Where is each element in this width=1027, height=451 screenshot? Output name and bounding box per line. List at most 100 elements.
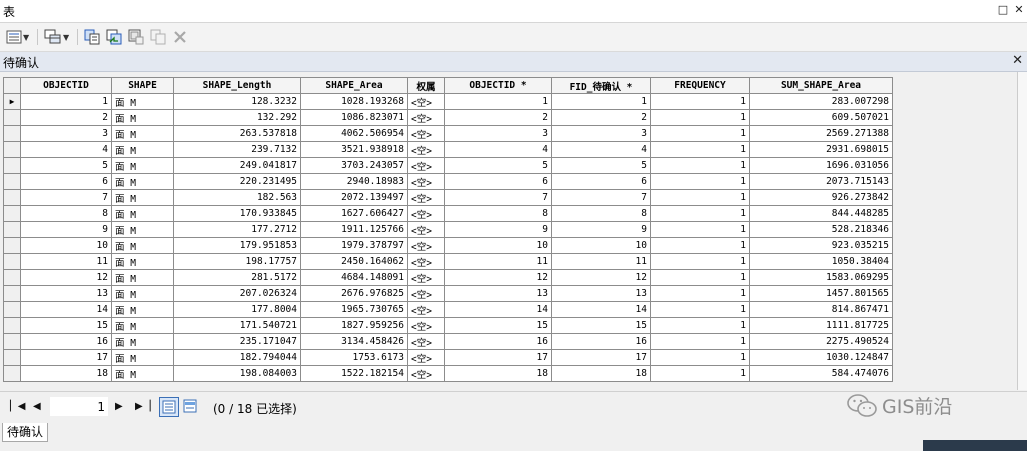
table-cell[interactable]: 17 (20, 349, 112, 366)
table-cell[interactable]: 面 M (111, 189, 174, 206)
table-cell[interactable]: 18 (551, 365, 651, 382)
row-selector[interactable] (3, 317, 21, 334)
row-selector[interactable] (3, 109, 21, 126)
table-cell[interactable]: 8 (444, 205, 552, 222)
table-cell[interactable]: 6 (444, 173, 552, 190)
table-cell[interactable]: <空> (407, 317, 445, 334)
last-record-button[interactable]: ▶▕ (135, 401, 150, 412)
table-cell[interactable]: 10 (444, 237, 552, 254)
table-cell[interactable]: 2073.715143 (749, 173, 893, 190)
table-row[interactable]: 14 面 M 177.8004 1965.730765 <空> 14 14 1 814.8674… (3, 301, 893, 318)
table-cell[interactable]: 2 (551, 109, 651, 126)
table-row[interactable]: 10 面 M 179.951853 1979.378797 <空> 10 10 1 923.03… (3, 237, 893, 254)
table-cell[interactable]: 220.231495 (173, 173, 301, 190)
row-selector[interactable] (3, 189, 21, 206)
row-selector[interactable] (3, 253, 21, 270)
row-selector[interactable] (3, 349, 21, 366)
table-cell[interactable]: 2931.698015 (749, 141, 893, 158)
table-cell[interactable]: 4 (20, 141, 112, 158)
row-selector[interactable] (3, 237, 21, 254)
table-cell[interactable]: 926.273842 (749, 189, 893, 206)
table-row[interactable]: 15 面 M 171.540721 1827.959256 <空> 15 15 1 1111.8… (3, 317, 893, 334)
column-header[interactable]: SHAPE (111, 77, 174, 94)
table-cell[interactable]: 249.041817 (173, 157, 301, 174)
table-cell[interactable]: 1 (650, 333, 750, 350)
table-cell[interactable]: 12 (444, 269, 552, 286)
table-cell[interactable]: 3521.938918 (300, 141, 408, 158)
table-cell[interactable]: 13 (551, 285, 651, 302)
table-cell[interactable]: 16 (20, 333, 112, 350)
table-options-button[interactable]: ▼ (6, 28, 29, 46)
table-cell[interactable]: 1111.817725 (749, 317, 893, 334)
previous-record-button[interactable]: ◀ (33, 401, 41, 412)
table-cell[interactable]: 1522.182154 (300, 365, 408, 382)
table-cell[interactable]: <空> (407, 125, 445, 142)
tab-daiqueren[interactable]: 待确认 (2, 423, 49, 442)
row-selector[interactable] (3, 365, 21, 382)
table-cell[interactable]: 1965.730765 (300, 301, 408, 318)
table-row[interactable]: 12 面 M 281.5172 4684.148091 <空> 12 12 1 1583.069… (3, 269, 893, 286)
table-row[interactable]: 2面 M 132.292 1086.823071 <空> 2 2 1 609.507021 (3, 109, 893, 126)
table-row[interactable]: 8面 M 170.933845 1627.606427 <空> 8 8 1 844.44828… (3, 205, 893, 222)
table-cell[interactable]: 198.17757 (173, 253, 301, 270)
table-cell[interactable]: 13 (20, 285, 112, 302)
column-header[interactable]: 权属 (407, 77, 445, 94)
table-cell[interactable]: 814.867471 (749, 301, 893, 318)
select-by-attributes-button[interactable] (84, 28, 100, 46)
table-cell[interactable]: 面 M (111, 237, 174, 254)
table-cell[interactable]: 6 (551, 173, 651, 190)
table-cell[interactable]: 面 M (111, 125, 174, 142)
row-selector[interactable] (3, 269, 21, 286)
column-header[interactable]: FID_待确认 * (551, 77, 651, 94)
table-cell[interactable]: 1 (551, 93, 651, 110)
table-cell[interactable]: <空> (407, 301, 445, 318)
table-cell[interactable]: 面 M (111, 269, 174, 286)
table-cell[interactable]: 2450.164062 (300, 253, 408, 270)
restore-icon[interactable]: □ (997, 4, 1009, 16)
table-cell[interactable]: 4 (444, 141, 552, 158)
table-cell[interactable]: 11 (20, 253, 112, 270)
table-cell[interactable]: 1 (444, 93, 552, 110)
table-cell[interactable]: 面 M (111, 317, 174, 334)
clear-selection-button[interactable] (128, 28, 144, 46)
table-cell[interactable]: 18 (444, 365, 552, 382)
table-cell[interactable]: 2 (20, 109, 112, 126)
table-cell[interactable]: 7 (444, 189, 552, 206)
select-all-corner[interactable] (3, 77, 21, 94)
table-cell[interactable]: 1030.124847 (749, 349, 893, 366)
table-cell[interactable]: 844.448285 (749, 205, 893, 222)
table-row[interactable]: 16 面 M 235.171047 3134.458426 <空> 16 16 1 2275.4… (3, 333, 893, 350)
table-cell[interactable]: 1 (650, 253, 750, 270)
table-cell[interactable]: 1 (650, 141, 750, 158)
row-selector[interactable] (3, 205, 21, 222)
column-header[interactable]: SHAPE_Area (300, 77, 408, 94)
table-cell[interactable]: 15 (551, 317, 651, 334)
table-cell[interactable]: 13 (444, 285, 552, 302)
column-header[interactable]: FREQUENCY (650, 77, 750, 94)
table-cell[interactable]: 609.507021 (749, 109, 893, 126)
table-cell[interactable]: 9 (20, 221, 112, 238)
table-cell[interactable]: 1 (650, 93, 750, 110)
table-cell[interactable]: 3 (20, 125, 112, 142)
table-cell[interactable]: 1 (650, 205, 750, 222)
table-cell[interactable]: 132.292 (173, 109, 301, 126)
table-row[interactable]: 9面 M 177.2712 1911.125766 <空> 9 9 1 528.218346 (3, 221, 893, 238)
first-record-button[interactable]: ▏◀ (10, 401, 25, 412)
column-header[interactable]: SUM_SHAPE_Area (749, 77, 893, 94)
table-cell[interactable]: 182.794044 (173, 349, 301, 366)
table-cell[interactable]: 177.8004 (173, 301, 301, 318)
table-cell[interactable]: <空> (407, 269, 445, 286)
table-cell[interactable]: <空> (407, 237, 445, 254)
table-cell[interactable]: 12 (551, 269, 651, 286)
table-cell[interactable]: 14 (551, 301, 651, 318)
table-cell[interactable]: 3134.458426 (300, 333, 408, 350)
column-header[interactable]: OBJECTID (20, 77, 112, 94)
table-cell[interactable]: 面 M (111, 173, 174, 190)
row-selector[interactable] (3, 173, 21, 190)
row-selector[interactable]: ▶ (3, 93, 21, 110)
table-row[interactable]: 5面 M 249.041817 3703.243057 <空> 5 5 1 1696.0310… (3, 157, 893, 174)
table-cell[interactable]: 14 (444, 301, 552, 318)
related-tables-button[interactable]: ▼ (44, 28, 69, 46)
table-cell[interactable]: 4062.506954 (300, 125, 408, 142)
table-cell[interactable]: <空> (407, 173, 445, 190)
